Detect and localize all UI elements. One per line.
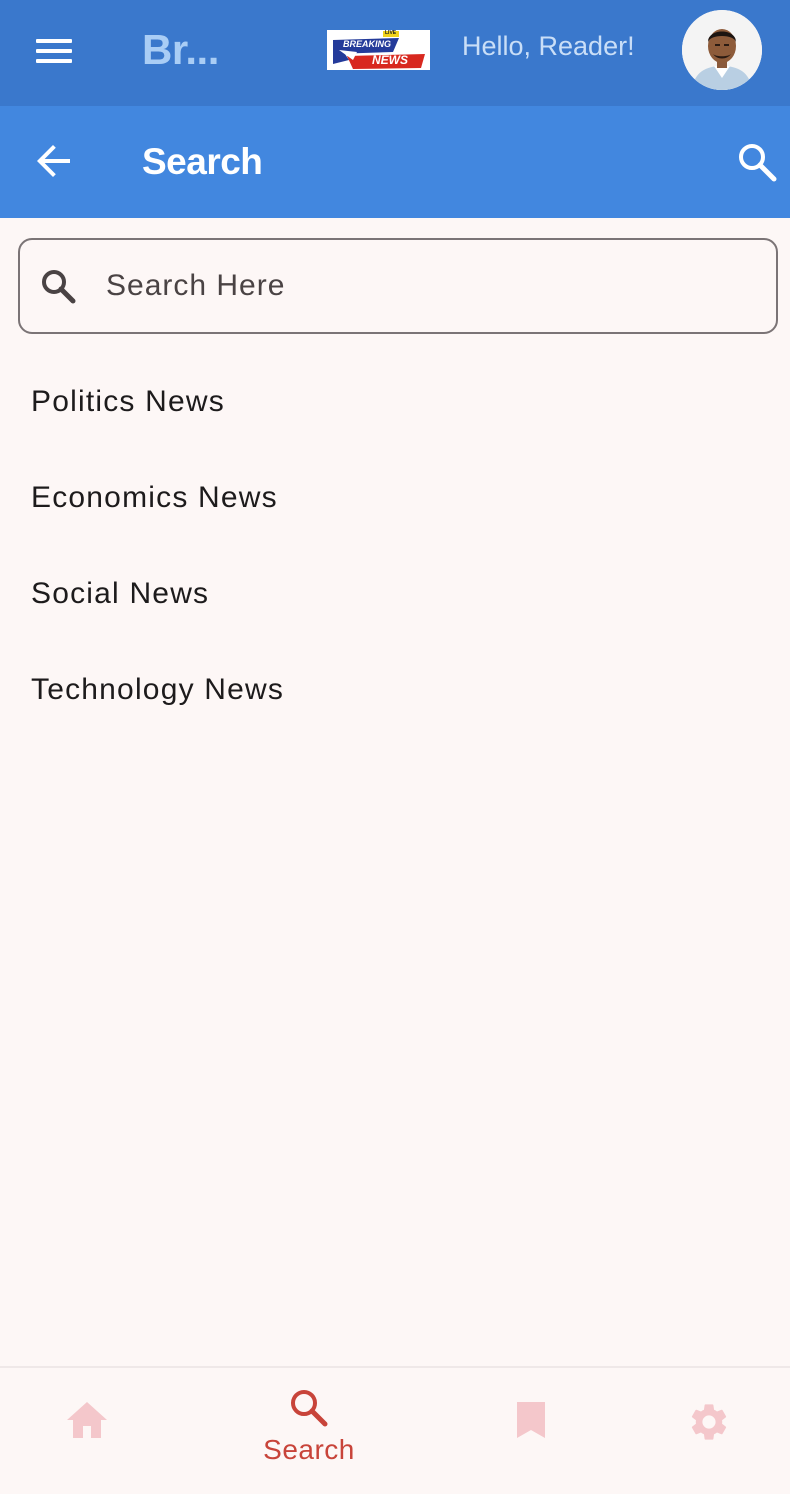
nav-home[interactable] <box>7 1368 167 1494</box>
app-title: Br... <box>142 26 219 73</box>
page-title: Search <box>142 141 263 182</box>
list-item-politics[interactable]: Politics News <box>0 354 790 450</box>
search-icon <box>291 1390 328 1427</box>
app-screen: Br... LIVE BREAKING NEWS Hello, Reader! <box>0 0 790 1494</box>
arrow-back-icon[interactable] <box>30 137 78 185</box>
top-header: Br... LIVE BREAKING NEWS Hello, Reader! <box>0 0 790 106</box>
logo-line2: NEWS <box>372 53 408 67</box>
bookmark-icon <box>517 1402 545 1438</box>
list-item-economics[interactable]: Economics News <box>0 450 790 546</box>
search-input[interactable] <box>106 260 746 312</box>
search-icon[interactable] <box>733 138 781 186</box>
avatar[interactable] <box>682 10 762 90</box>
home-icon <box>67 1402 107 1438</box>
logo-text: LIVE BREAKING NEWS <box>327 30 430 70</box>
nav-settings[interactable] <box>629 1368 789 1494</box>
list-item-social[interactable]: Social News <box>0 546 790 642</box>
greeting-text: Hello, Reader! <box>462 31 635 61</box>
search-field-icon <box>38 266 80 308</box>
nav-search[interactable]: Search <box>229 1368 389 1494</box>
gear-icon <box>691 1404 727 1440</box>
category-list: Politics News Economics News Social News… <box>0 354 790 738</box>
logo-top-text: LIVE <box>385 30 397 36</box>
hamburger-menu-icon[interactable] <box>30 31 78 71</box>
list-item-technology[interactable]: Technology News <box>0 642 790 738</box>
nav-bookmarks[interactable] <box>451 1368 611 1494</box>
bottom-navigation: Search <box>0 1366 790 1494</box>
search-field[interactable] <box>18 238 778 334</box>
logo-line1: BREAKING <box>343 39 392 49</box>
nav-search-label: Search <box>263 1434 355 1465</box>
app-bar <box>0 106 790 218</box>
